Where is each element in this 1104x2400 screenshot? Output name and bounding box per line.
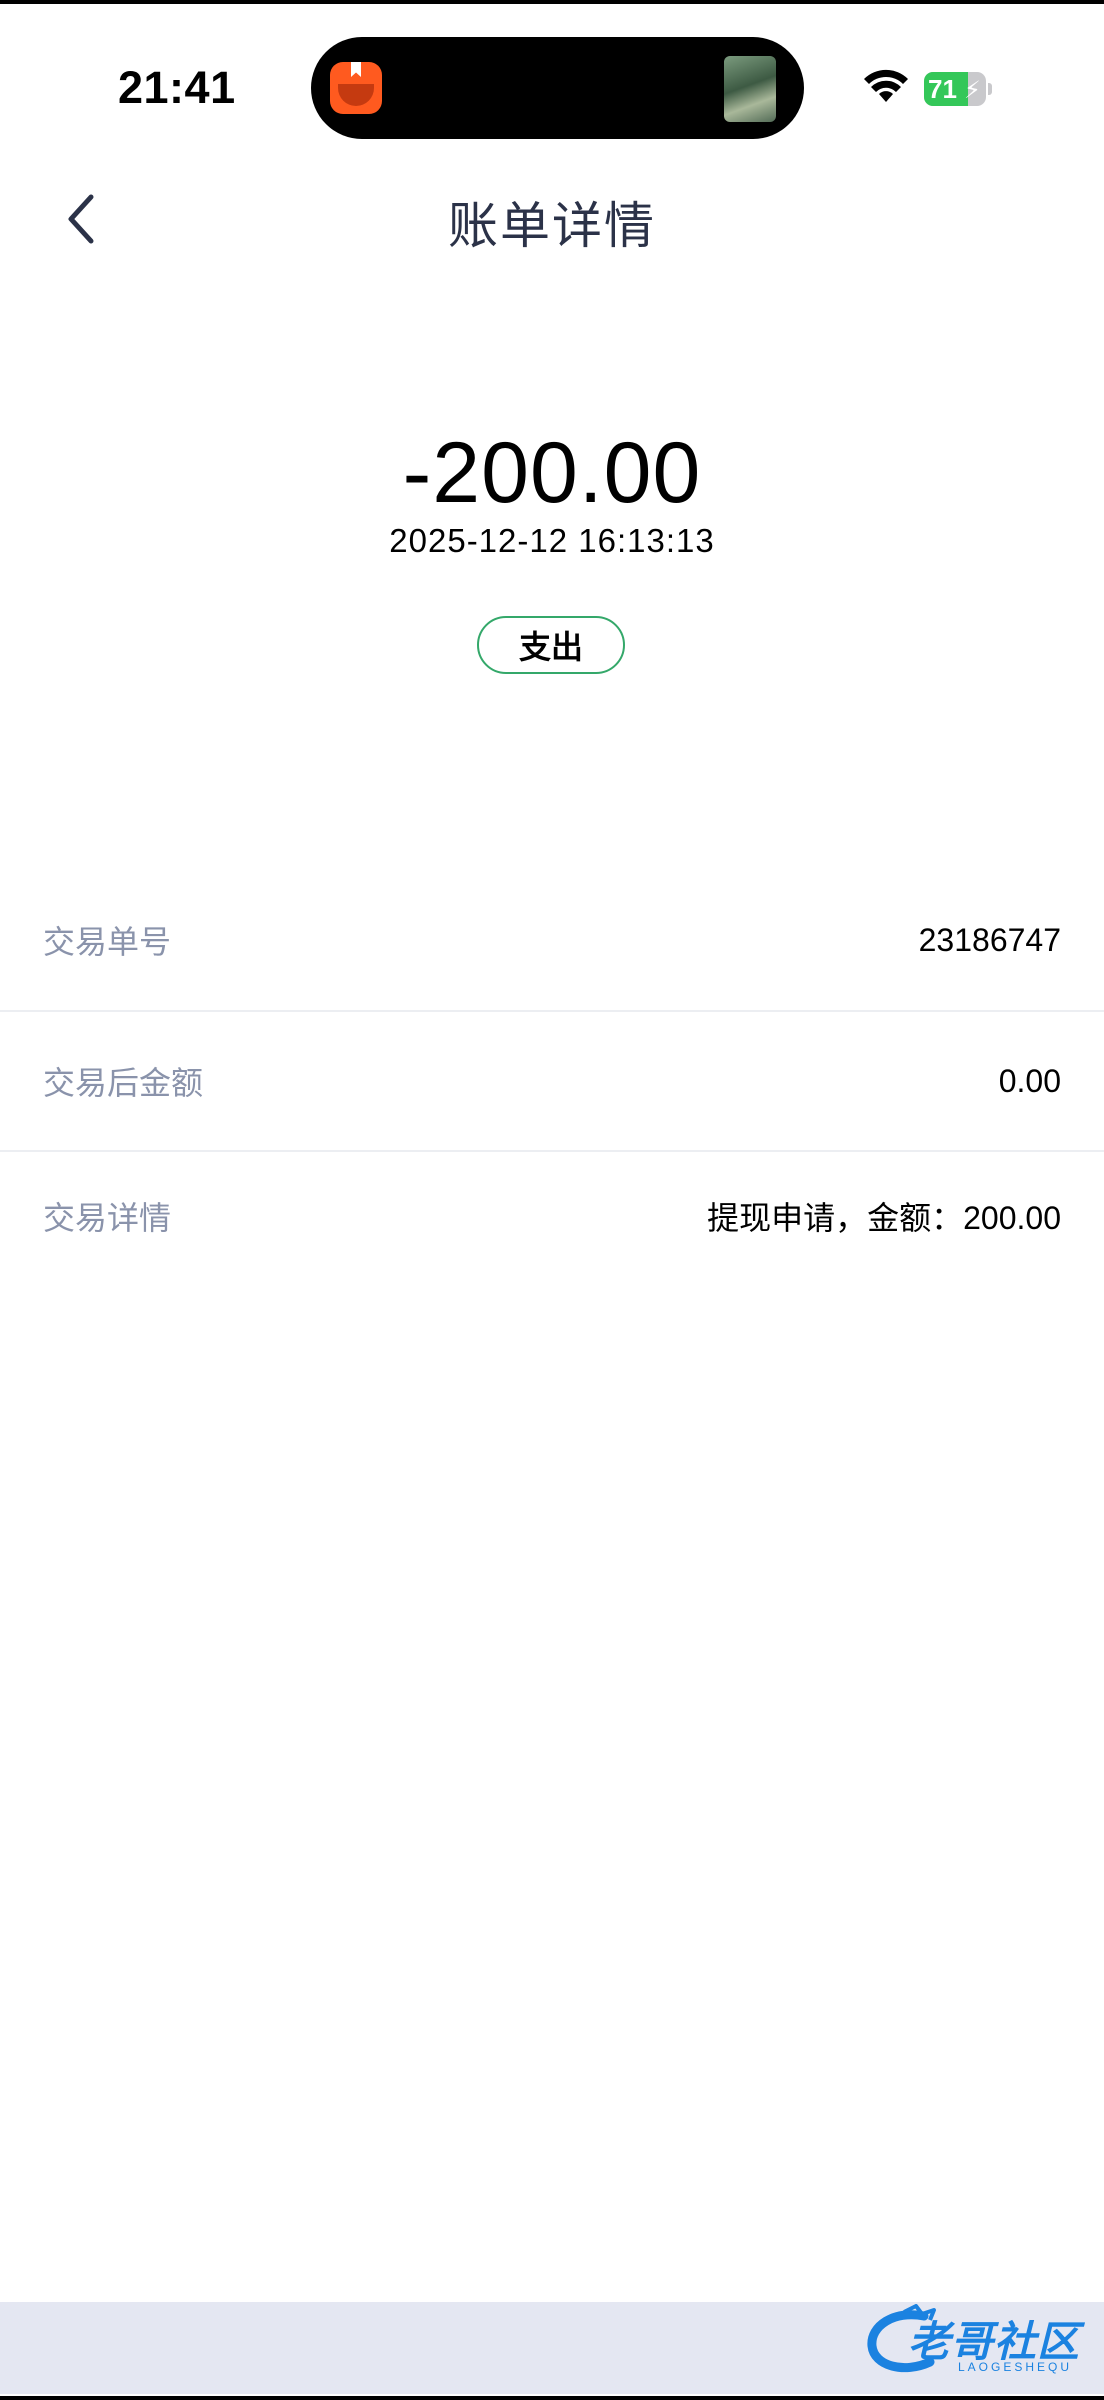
watermark-subtext: LAOGESHEQU <box>958 2360 1073 2374</box>
back-button[interactable] <box>50 186 110 252</box>
bookmark-icon <box>351 62 361 77</box>
app-logo-shape <box>338 84 374 106</box>
transaction-datetime: 2025-12-12 16:13:13 <box>389 522 715 559</box>
row-divider <box>0 1010 1104 1012</box>
top-edge <box>0 0 1104 4</box>
battery-cap <box>988 83 992 95</box>
detail-value: 23186747 <box>918 921 1061 958</box>
reader-app-icon[interactable] <box>330 62 382 114</box>
detail-row-description: 交易详情 提现申请，金额：200.00 <box>0 1186 1104 1246</box>
transaction-amount: -200.00 <box>402 425 702 521</box>
battery-body: 71 ⚡ <box>924 72 986 106</box>
detail-row-order-number: 交易单号 23186747 <box>0 910 1104 970</box>
detail-value: 0.00 <box>998 1062 1061 1099</box>
detail-row-balance-after: 交易后金额 0.00 <box>0 1051 1104 1111</box>
now-playing-thumbnail[interactable] <box>724 56 776 122</box>
detail-label: 交易单号 <box>43 924 172 960</box>
detail-label: 交易后金额 <box>43 1065 204 1101</box>
battery-icon: 71 ⚡ <box>924 72 992 106</box>
watermark-logo: 老哥社区 LAOGESHEQU <box>864 2304 1092 2380</box>
chevron-left-icon <box>68 194 94 244</box>
bolt-icon: ⚡ <box>964 77 981 104</box>
status-time: 21:41 <box>118 62 236 113</box>
screen: 21:41 71 ⚡ 账单详情 -200.00 2025-12-12 16:13… <box>0 0 1104 2400</box>
dynamic-island[interactable] <box>311 37 804 139</box>
battery-level-text: 71 <box>928 74 957 104</box>
bottom-edge <box>0 2396 1104 2400</box>
wifi-icon <box>864 69 908 102</box>
detail-label: 交易详情 <box>43 1200 172 1236</box>
transaction-type-badge: 支出 <box>477 616 625 674</box>
detail-value: 提现申请，金额：200.00 <box>707 1200 1061 1236</box>
row-divider <box>0 1150 1104 1152</box>
page-title: 账单详情 <box>448 198 656 254</box>
